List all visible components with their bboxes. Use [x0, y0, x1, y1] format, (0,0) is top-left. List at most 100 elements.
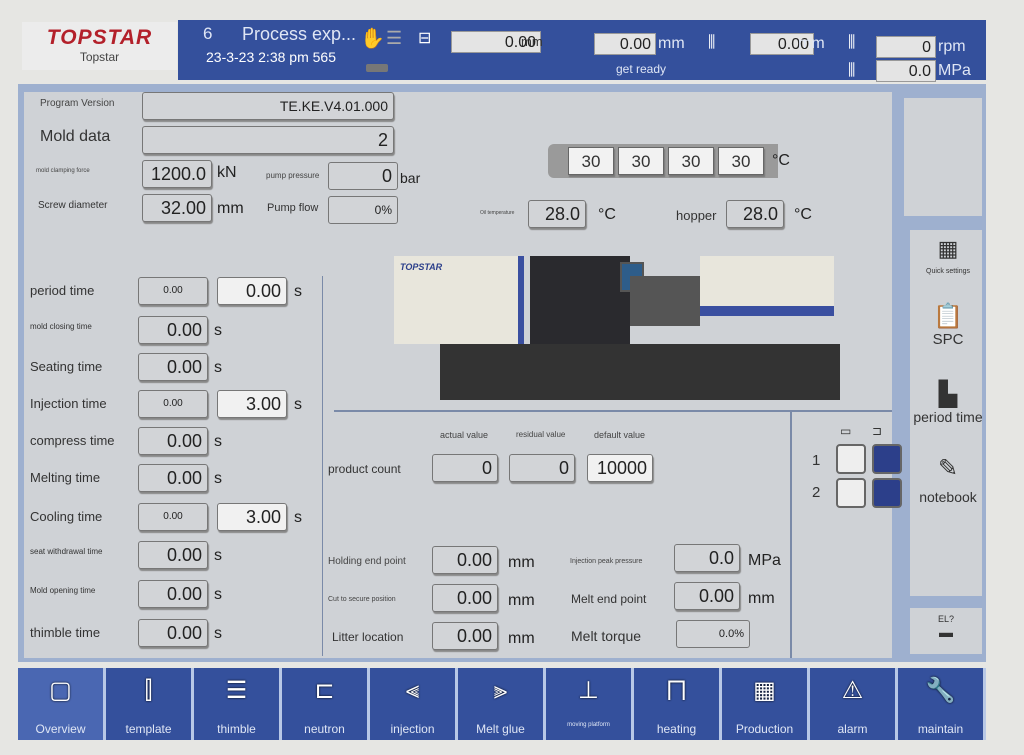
hand-icon[interactable]: ✋ — [360, 26, 385, 51]
nav-alarm[interactable]: ⚠ alarm — [810, 668, 898, 740]
holding-end-unit: mm — [508, 554, 535, 571]
screw-icon: ⫼ — [708, 34, 716, 51]
toggle-divider — [790, 412, 792, 658]
row-2-on-toggle[interactable] — [872, 478, 902, 508]
actual-value-header: actual value — [440, 430, 489, 440]
barrel-zone-4[interactable]: 30 — [718, 147, 764, 175]
time-set-field[interactable]: 0.00 — [217, 277, 287, 305]
door-open-icon: ⊐ — [872, 424, 883, 438]
injection-position-field: 0.00 — [594, 33, 656, 55]
door-closed-icon: ▭ — [840, 424, 852, 438]
row-1-on-toggle[interactable] — [872, 444, 902, 474]
mold-data-field[interactable]: 2 — [142, 126, 394, 154]
warning-icon: ⚠ — [841, 677, 864, 704]
clamp-force-label: mold clamping force — [36, 168, 90, 174]
oil-temp-unit: °C — [598, 206, 616, 223]
barrel-zone-1[interactable]: 30 — [568, 147, 614, 175]
nav-maintain[interactable]: 🔧 maintain — [898, 668, 986, 740]
time-label: thimble time — [30, 625, 101, 640]
hopper-label: hopper — [676, 208, 717, 223]
spc-button[interactable]: 📋 SPC — [908, 302, 988, 348]
nav-thimble[interactable]: ☰ thimble — [194, 668, 282, 740]
time-actual-field: 0.00 — [138, 580, 208, 608]
program-version-label: Program Version — [40, 98, 115, 109]
time-actual-field: 0.00 — [138, 390, 208, 418]
product-count-default[interactable]: 10000 — [587, 454, 653, 482]
notebook-button[interactable]: ✎ notebook — [908, 454, 988, 505]
nav-melt-glue[interactable]: ⫸ Melt glue — [458, 668, 546, 740]
time-actual-field: 0.00 — [138, 427, 208, 455]
el-button[interactable]: EL? ▬ — [910, 608, 982, 654]
time-unit: s — [214, 586, 222, 603]
product-count-residual: 0 — [509, 454, 575, 482]
screw-rotation-icon: ⫼ — [848, 34, 856, 51]
horizontal-divider — [334, 410, 892, 412]
time-unit: s — [214, 322, 222, 339]
period-time-button[interactable]: ▙ period time — [908, 380, 988, 425]
time-label: Cooling time — [30, 509, 103, 524]
production-icon: ▦ — [753, 677, 776, 704]
spc-icon: 📋 — [933, 303, 963, 330]
status-indicator — [366, 64, 388, 72]
time-unit: s — [214, 547, 222, 564]
nav-production[interactable]: ▦ Production — [722, 668, 810, 740]
wrench-icon: 🔧 — [925, 677, 956, 704]
hopper-temp-unit: °C — [794, 206, 812, 223]
cut-position-field: 0.00 — [432, 584, 498, 612]
injection-position-unit: mm — [658, 35, 685, 52]
nav-label: Production — [735, 722, 794, 736]
header-bar: 6 Process exp... 23-3-23 2:38 pm 565 ✋ ☰… — [178, 20, 986, 82]
nav-label: alarm — [837, 722, 868, 736]
nav-label: heating — [656, 722, 697, 736]
nav-injection[interactable]: ⫷ injection — [370, 668, 458, 740]
time-label: compress time — [30, 433, 115, 448]
logo-subtitle: Topstar — [79, 50, 120, 64]
cut-position-unit: mm — [508, 592, 535, 609]
nav-template[interactable]: ⫿ template — [106, 668, 194, 740]
step-chart-icon: ▙ — [938, 381, 958, 408]
mold-number: 6 — [203, 24, 213, 43]
carriage-icon: ⊥ — [578, 677, 599, 704]
time-unit: s — [294, 396, 302, 413]
pump-pressure-label: pump pressure — [266, 171, 320, 180]
litter-location-label: Litter location — [332, 630, 404, 644]
barrel-zone-2[interactable]: 30 — [618, 147, 664, 175]
pressure-field: 0.0 — [876, 60, 936, 82]
logo: TOPSTAR Topstar — [22, 22, 177, 70]
row-2-label: 2 — [812, 484, 821, 501]
nav-label: thimble — [217, 722, 256, 736]
menu-icon[interactable]: ☰ — [386, 28, 402, 49]
time-label: Injection time — [30, 396, 107, 411]
nav-neutron[interactable]: ⊏ neutron — [282, 668, 370, 740]
oil-temp-field: 28.0 — [528, 200, 586, 228]
row-2-off-toggle[interactable] — [836, 478, 866, 508]
clamp-force-unit: kN — [217, 164, 237, 181]
pump-flow-label: Pump flow — [267, 202, 319, 214]
row-1-off-toggle[interactable] — [836, 444, 866, 474]
nav-overview[interactable]: ▢ Overview — [18, 668, 106, 740]
time-actual-field: 0.00 — [138, 503, 208, 531]
pump-pressure-unit: bar — [400, 170, 421, 186]
screw-pressure-icon: ⫼ — [848, 62, 856, 79]
time-label: Seating time — [30, 359, 103, 374]
injection-icon: ⫷ — [405, 677, 420, 704]
page-title: Process exp... — [242, 24, 357, 44]
time-set-field[interactable]: 3.00 — [217, 390, 287, 418]
nav-heating[interactable]: ⨅ heating — [634, 668, 722, 740]
peak-pressure-unit: MPa — [748, 552, 781, 569]
nav-moving-platform[interactable]: ⊥ moving platform — [546, 668, 634, 740]
pressure-unit: MPa — [938, 62, 971, 79]
ejector-icon: ☰ — [225, 677, 248, 704]
time-unit: s — [294, 509, 302, 526]
time-actual-field: 0.00 — [138, 353, 208, 381]
melt-end-field: 0.00 — [674, 582, 740, 610]
cut-position-label: Cut to secure position — [328, 596, 396, 603]
quick-settings-icon: ▦ — [937, 236, 959, 261]
time-set-field[interactable]: 3.00 — [217, 503, 287, 531]
quick-settings-button[interactable]: ▦ Quick settings — [908, 236, 988, 275]
rpm-unit: rpm — [938, 38, 966, 55]
vertical-divider — [322, 276, 323, 656]
barrel-zone-3[interactable]: 30 — [668, 147, 714, 175]
time-actual-field: 0.00 — [138, 277, 208, 305]
melt-torque-label: Melt torque — [571, 628, 642, 644]
